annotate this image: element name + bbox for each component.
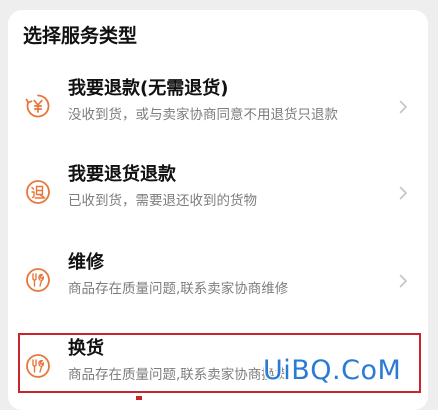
chevron-right-icon [396,99,410,114]
return-icon [25,179,51,205]
watermark: UiBQ.CoM [261,354,402,388]
option-description: 已收到货，需要退还收到的货物 [68,193,257,209]
repair-icon [25,267,51,293]
option-label: 维修 [68,252,104,273]
option-description: 没收到货，或与卖家协商同意不用退货只退款 [68,107,338,123]
annotation-mark [136,396,142,400]
yen-refund-icon [25,93,51,119]
option-description: 商品存在质量问题,联系卖家协商维修 [68,281,289,297]
option-return-refund[interactable]: 我要退货退款 已收到货，需要退还收到的货物 [8,160,428,224]
option-label: 我要退货退款 [68,164,176,185]
page-title: 选择服务类型 [23,25,138,47]
option-refund-only[interactable]: 我要退款(无需退货) 没收到货，或与卖家协商同意不用退货只退款 [8,74,428,138]
chevron-right-icon [396,185,410,200]
chevron-right-icon [396,273,410,288]
option-label: 我要退款(无需退货) [68,78,229,99]
option-repair[interactable]: 维修 商品存在质量问题,联系卖家协商维修 [8,248,428,312]
